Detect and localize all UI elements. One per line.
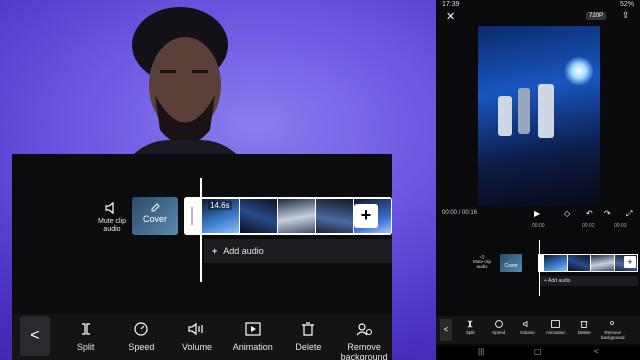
- mini-mute-clip-audio-button[interactable]: ◁) Mute clip audio: [472, 254, 492, 269]
- mute-label-line2: audio: [103, 226, 121, 233]
- phone-screen: 17:39 52% ✕ 720P ⇪ 00:00 / 00:16 ▶ ◇ ↶ ↷…: [436, 0, 640, 360]
- clip-frame: [316, 199, 353, 233]
- remove-background-icon: [356, 323, 373, 336]
- editor-toolbar: < Split Speed Volume Animation Delete Re…: [12, 314, 392, 360]
- back-nav-icon[interactable]: <: [594, 347, 599, 356]
- android-nav-bar: ||| ▢ <: [436, 346, 640, 360]
- battery-level: 52%: [619, 1, 634, 8]
- mini-speed-button[interactable]: Speed: [485, 316, 514, 344]
- clip-frame: [591, 255, 614, 271]
- delete-icon: [302, 322, 315, 336]
- mini-video-clip-strip[interactable]: [538, 254, 638, 272]
- clip-frame: [544, 255, 567, 271]
- clip-frame: [240, 199, 277, 233]
- time-current: 00:00: [442, 210, 458, 216]
- edit-pencil-icon: [151, 203, 160, 212]
- mini-delete-button[interactable]: Delete: [570, 316, 599, 344]
- clip-duration: 14.6s: [208, 201, 232, 210]
- playback-time: 00:00 / 00:16: [442, 210, 478, 216]
- video-preview[interactable]: [478, 26, 600, 206]
- dancer-figure: [538, 84, 554, 138]
- mini-speed-label: Speed: [492, 330, 506, 335]
- mini-remove-background-button[interactable]: Remove background: [599, 316, 628, 344]
- mini-delete-label: Delete: [577, 330, 591, 335]
- timeline-track-area: Mute clip audio Cover 14.6s + + Add audio: [12, 154, 392, 314]
- redo-icon[interactable]: ↷: [604, 209, 611, 218]
- mini-animation-button[interactable]: Animation: [542, 316, 571, 344]
- mini-playhead[interactable]: [539, 240, 540, 296]
- close-icon[interactable]: ✕: [446, 10, 455, 24]
- resolution-selector[interactable]: 720P: [586, 12, 607, 20]
- volume-icon: [188, 322, 203, 336]
- presenter-image: [120, 7, 250, 170]
- dancer-figure: [498, 96, 512, 136]
- add-clip-button[interactable]: +: [354, 204, 378, 228]
- status-bar: 17:39 52%: [436, 0, 640, 9]
- mute-label-line1: Mute clip: [97, 218, 126, 225]
- mini-volume-label: Volume: [519, 330, 535, 335]
- keyframe-icon[interactable]: ◇: [564, 209, 570, 218]
- recent-apps-icon[interactable]: |||: [478, 347, 484, 356]
- timeline-editor: Mute clip audio Cover 14.6s + + Add audio: [12, 154, 392, 360]
- delete-icon: [580, 321, 588, 328]
- split-button[interactable]: Split: [58, 314, 114, 352]
- volume-icon: [522, 320, 528, 328]
- add-audio-label: Add audio: [223, 246, 264, 256]
- cover-button[interactable]: Cover: [132, 197, 178, 235]
- animation-button[interactable]: Animation: [225, 314, 281, 352]
- mini-cover-button[interactable]: Cover: [500, 254, 522, 272]
- cover-label: Cover: [142, 214, 167, 224]
- phone-top-bar: ✕ 720P ⇪: [436, 10, 640, 24]
- time-total: 00:16: [462, 210, 478, 216]
- speed-button[interactable]: Speed: [114, 314, 170, 352]
- ruler-tick: 00:03: [614, 223, 627, 229]
- speed-icon: [134, 322, 148, 336]
- split-icon: [81, 323, 90, 335]
- clip-frame: [567, 255, 590, 271]
- delete-button[interactable]: Delete: [281, 314, 337, 352]
- mini-add-clip-button[interactable]: +: [624, 256, 636, 268]
- ruler-tick: 00:02: [582, 223, 595, 229]
- speed-icon: [494, 320, 503, 328]
- home-icon[interactable]: ▢: [534, 347, 542, 356]
- add-audio-button[interactable]: + Add audio: [204, 239, 392, 263]
- remove-background-icon: [609, 321, 614, 325]
- speed-label: Speed: [128, 342, 155, 352]
- split-icon: [467, 320, 473, 328]
- volume-button[interactable]: Volume: [169, 314, 225, 352]
- plus-icon: +: [212, 246, 218, 256]
- speaker-icon: [105, 202, 114, 214]
- remove-background-label: Remove background: [340, 342, 388, 360]
- mini-toolbar: < Split Speed Volume Animation Delete Re…: [436, 316, 640, 344]
- fullscreen-icon[interactable]: ⤢: [626, 209, 632, 219]
- dancer-figure: [518, 88, 530, 134]
- back-button[interactable]: <: [20, 316, 50, 356]
- mini-mute-label: Mute clip audio: [472, 259, 491, 269]
- mini-add-audio-button[interactable]: + Add audio: [540, 276, 638, 286]
- stage-light: [564, 56, 594, 86]
- playhead[interactable]: [200, 178, 202, 282]
- ruler-tick: 00:00: [532, 223, 545, 229]
- status-time: 17:39: [442, 1, 460, 8]
- mini-timeline: ◁) Mute clip audio Cover + + Add audio: [436, 240, 640, 300]
- mini-add-audio-label: Add audio: [548, 278, 571, 284]
- animation-label: Animation: [232, 342, 273, 352]
- remove-background-button[interactable]: Remove background: [336, 314, 392, 360]
- mini-animation-label: Animation: [545, 330, 566, 335]
- mini-volume-button[interactable]: Volume: [513, 316, 542, 344]
- export-icon[interactable]: ⇪: [622, 10, 630, 21]
- mini-back-button[interactable]: <: [440, 319, 452, 341]
- play-icon[interactable]: ▶: [534, 209, 540, 218]
- delete-label: Delete: [295, 342, 322, 352]
- undo-icon[interactable]: ↶: [586, 209, 593, 218]
- animation-icon: [245, 322, 261, 336]
- split-label: Split: [76, 342, 95, 352]
- clip-trim-handle[interactable]: [184, 197, 200, 235]
- animation-icon: [551, 320, 561, 328]
- volume-label: Volume: [182, 342, 213, 352]
- mini-split-label: Split: [465, 330, 475, 335]
- mini-split-button[interactable]: Split: [456, 316, 485, 344]
- mini-remove-background-label: Remove background: [600, 330, 625, 340]
- clip-frame: [278, 199, 315, 233]
